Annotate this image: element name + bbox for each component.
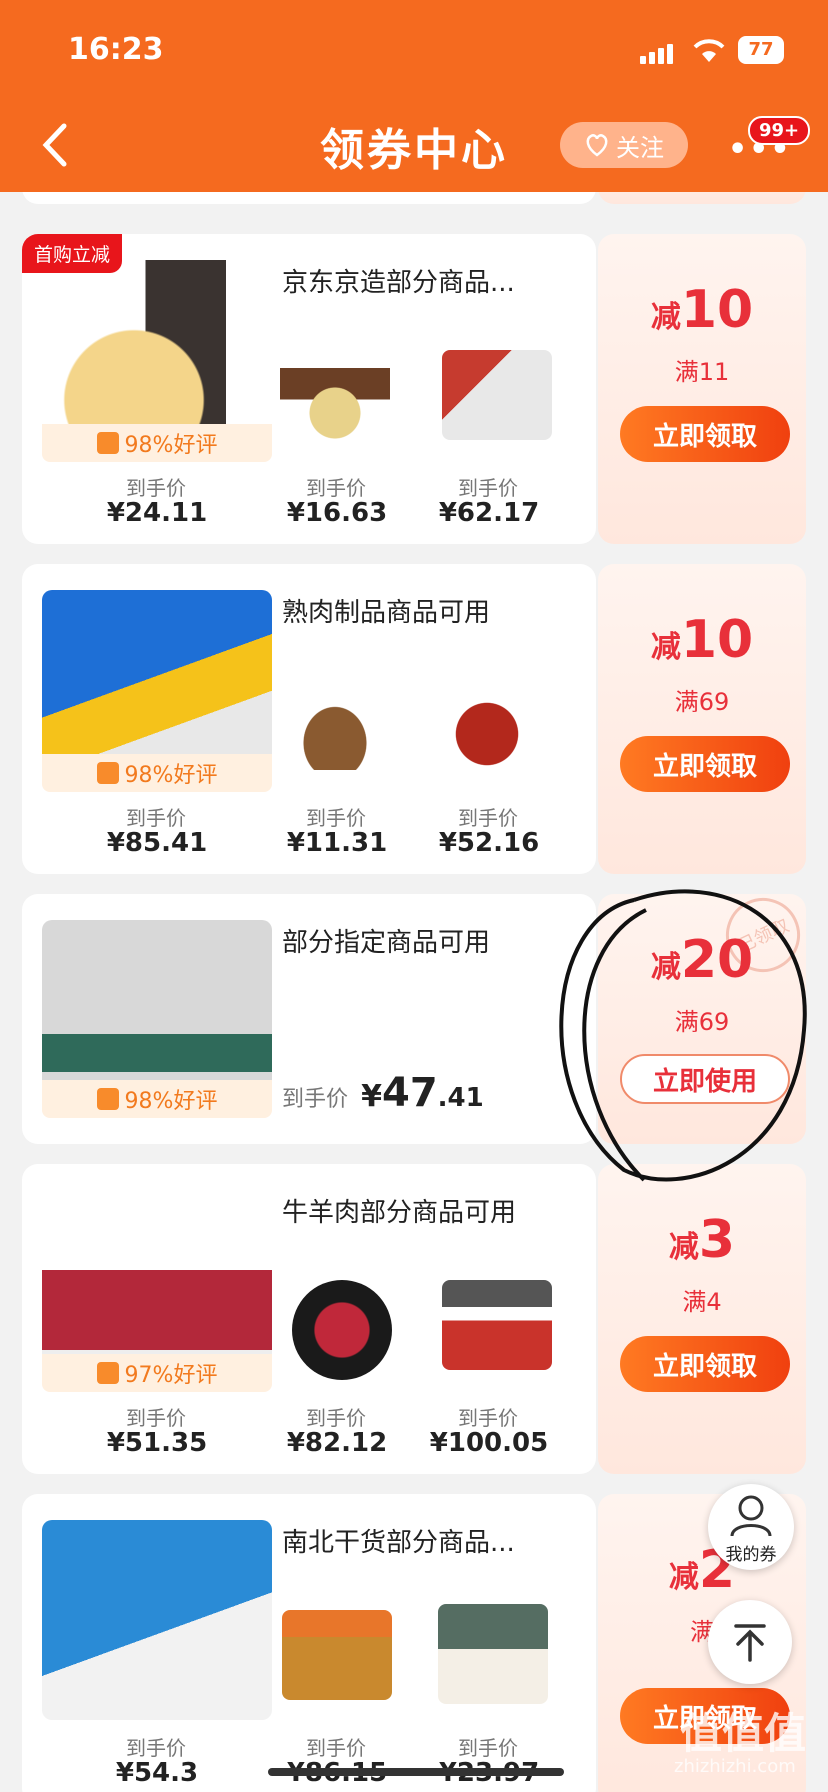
- watermark-logo: 值值值: [680, 1709, 807, 1758]
- claim-coupon-button[interactable]: 立即领取: [620, 1336, 790, 1392]
- coupon-list[interactable]: 首购立减 98%好评 京东京造部分商品... 到手价 到手价 到手价 ¥24.1…: [0, 192, 828, 1792]
- message-badge: 99+: [748, 116, 811, 145]
- coupon-scope-name: 部分指定商品可用: [282, 928, 491, 958]
- min-spend: 满69: [674, 688, 730, 716]
- min-spend: 满4: [682, 1288, 722, 1316]
- price-label: 到手价: [126, 1406, 186, 1430]
- product-price: ¥16.63: [286, 498, 388, 528]
- thumbs-up-icon: [96, 1088, 119, 1110]
- product-price: ¥54.3: [115, 1758, 199, 1788]
- coupon-panel: 减3 满4 立即领取: [598, 1164, 806, 1474]
- price-label: 到手价: [126, 476, 186, 500]
- thumbs-up-icon: [96, 762, 119, 784]
- price-symbol: ¥: [361, 1079, 382, 1114]
- use-coupon-button[interactable]: 立即使用: [620, 1054, 790, 1104]
- final-price: 到手价 ¥47.41: [282, 1070, 484, 1116]
- thumbs-up-icon: [96, 1362, 119, 1384]
- top-header: 16:23 77 领券中心 关注 ••• 99+: [0, 0, 828, 192]
- status-bar: 16:23 77: [0, 0, 828, 100]
- product-price: ¥24.11: [106, 498, 208, 528]
- discount-amount: 减10: [650, 610, 754, 670]
- coupon-card[interactable]: 98%好评 部分指定商品可用 到手价 ¥47.41: [22, 894, 596, 1144]
- product-thumb[interactable]: [442, 350, 552, 440]
- product-thumb[interactable]: [282, 1610, 392, 1700]
- product-price: ¥51.35: [106, 1428, 208, 1458]
- product-price: ¥11.31: [286, 828, 388, 858]
- price-label: 到手价: [458, 476, 518, 500]
- first-buy-tag: 首购立减: [22, 234, 123, 273]
- user-icon: [730, 1495, 772, 1537]
- scroll-to-top-button[interactable]: [708, 1600, 792, 1684]
- rating-text: 97%好评: [124, 1363, 218, 1388]
- coupon-panel: 减10 满69 立即领取: [598, 564, 806, 874]
- price-label: 到手价: [306, 476, 366, 500]
- wifi-icon: [693, 39, 725, 62]
- discount-amount: 减10: [650, 280, 754, 340]
- rating-text: 98%好评: [124, 1089, 218, 1114]
- coupon-card-partial: [22, 192, 596, 204]
- watermark-url: zhizhizhi.com: [674, 1756, 796, 1777]
- price-label: 到手价: [458, 806, 518, 830]
- coupon-card[interactable]: 首购立减 98%好评 京东京造部分商品... 到手价 到手价 到手价 ¥24.1…: [22, 234, 596, 544]
- discount-amount: 减3: [668, 1210, 736, 1270]
- heart-icon: [586, 134, 608, 157]
- price-label: 到手价: [306, 1736, 366, 1760]
- price-label: 到手价: [458, 1406, 518, 1430]
- price-decimal: .41: [437, 1083, 484, 1113]
- product-price: ¥82.12: [286, 1428, 388, 1458]
- follow-label: 关注: [616, 133, 664, 162]
- product-image[interactable]: [42, 1520, 272, 1720]
- status-time: 16:23: [68, 32, 164, 67]
- min-spend: 满11: [674, 358, 730, 386]
- coupon-scope-name: 熟肉制品商品可用: [282, 598, 491, 628]
- coupon-card[interactable]: 97%好评 牛羊肉部分商品可用 到手价 到手价 到手价 ¥51.35 ¥82.1…: [22, 1164, 596, 1474]
- home-indicator[interactable]: [268, 1768, 564, 1776]
- rating-text: 98%好评: [124, 433, 218, 458]
- price-label: 到手价: [458, 1736, 518, 1760]
- page-title: 领券中心: [320, 125, 508, 176]
- thumbs-up-icon: [96, 432, 119, 454]
- rating-badge: 98%好评: [42, 1080, 272, 1118]
- signal-icon: [640, 42, 676, 64]
- product-thumb[interactable]: [432, 680, 542, 770]
- price-label: 到手价: [306, 1406, 366, 1430]
- rating-badge: 98%好评: [42, 424, 272, 462]
- claim-coupon-button[interactable]: 立即领取: [620, 406, 790, 462]
- my-coupons-button[interactable]: 我的券: [708, 1484, 794, 1570]
- price-integer: 47: [381, 1070, 438, 1116]
- product-price: ¥62.17: [438, 498, 540, 528]
- price-label: 到手价: [282, 1087, 349, 1112]
- rating-badge: 98%好评: [42, 754, 272, 792]
- product-thumb[interactable]: [280, 350, 390, 440]
- min-spend: 满69: [674, 1008, 730, 1036]
- coupon-scope-name: 京东京造部分商品...: [282, 268, 515, 298]
- coupon-panel: 已领取 减20 满69 立即使用: [598, 894, 806, 1144]
- product-thumb[interactable]: [280, 680, 390, 770]
- product-price: ¥52.16: [438, 828, 540, 858]
- coupon-scope-name: 牛羊肉部分商品可用: [282, 1198, 517, 1228]
- discount-amount: 减20: [650, 930, 754, 990]
- coupon-card[interactable]: 南北干货部分商品... 到手价 到手价 到手价 ¥54.3 ¥86.15 ¥23…: [22, 1494, 596, 1792]
- product-price: ¥100.05: [429, 1428, 549, 1458]
- product-price: ¥85.41: [106, 828, 208, 858]
- price-label: 到手价: [126, 1736, 186, 1760]
- claim-coupon-button[interactable]: 立即领取: [620, 736, 790, 792]
- follow-button[interactable]: 关注: [560, 122, 688, 168]
- battery-icon: 77: [738, 36, 784, 64]
- coupon-scope-name: 南北干货部分商品...: [282, 1528, 515, 1558]
- price-label: 到手价: [126, 806, 186, 830]
- my-coupons-label: 我的券: [725, 1545, 777, 1565]
- arrow-up-icon: [734, 1624, 766, 1662]
- product-thumb[interactable]: [438, 1604, 548, 1704]
- product-thumb[interactable]: [442, 1280, 552, 1370]
- coupon-panel: 减10 满11 立即领取: [598, 234, 806, 544]
- rating-badge: 97%好评: [42, 1354, 272, 1392]
- rating-text: 98%好评: [124, 763, 218, 788]
- coupon-card[interactable]: 98%好评 熟肉制品商品可用 到手价 到手价 到手价 ¥85.41 ¥11.31…: [22, 564, 596, 874]
- nav-bar: 领券中心 关注 ••• 99+: [0, 100, 828, 192]
- coupon-side-partial: [598, 192, 806, 204]
- product-thumb[interactable]: [292, 1280, 392, 1380]
- price-label: 到手价: [306, 806, 366, 830]
